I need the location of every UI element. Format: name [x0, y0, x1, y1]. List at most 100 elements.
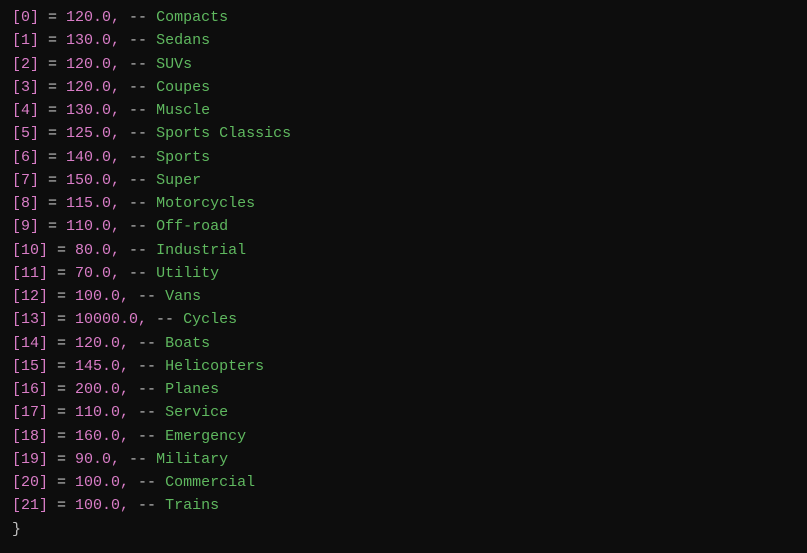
equals-sign: = — [39, 53, 66, 76]
index-label: [13] — [12, 308, 48, 331]
comment-label: Motorcycles — [156, 192, 255, 215]
table-row: [21] = 100.0, -- Trains — [12, 494, 795, 517]
table-row: [8] = 115.0, -- Motorcycles — [12, 192, 795, 215]
comment-label: Utility — [156, 262, 219, 285]
numeric-value: 80.0, — [75, 239, 120, 262]
equals-sign: = — [48, 308, 75, 331]
table-row: [16] = 200.0, -- Planes — [12, 378, 795, 401]
numeric-value: 140.0, — [66, 146, 120, 169]
equals-sign: = — [48, 262, 75, 285]
comment-label: Industrial — [156, 239, 246, 262]
equals-sign: = — [39, 146, 66, 169]
equals-sign: = — [39, 192, 66, 215]
equals-sign: = — [48, 378, 75, 401]
equals-sign: = — [48, 494, 75, 517]
table-row: [2] = 120.0, -- SUVs — [12, 53, 795, 76]
numeric-value: 130.0, — [66, 99, 120, 122]
numeric-value: 100.0, — [75, 494, 129, 517]
table-row: [13] = 10000.0, -- Cycles — [12, 308, 795, 331]
dash-separator: -- — [129, 285, 165, 308]
numeric-value: 110.0, — [75, 401, 129, 424]
table-row: [9] = 110.0, -- Off-road — [12, 215, 795, 238]
index-label: [4] — [12, 99, 39, 122]
comment-label: Sports — [156, 146, 210, 169]
numeric-value: 160.0, — [75, 425, 129, 448]
numeric-value: 120.0, — [66, 6, 120, 29]
index-label: [17] — [12, 401, 48, 424]
numeric-value: 70.0, — [75, 262, 120, 285]
dash-separator: -- — [120, 239, 156, 262]
dash-separator: -- — [129, 471, 165, 494]
equals-sign: = — [39, 76, 66, 99]
comment-label: Trains — [165, 494, 219, 517]
numeric-value: 115.0, — [66, 192, 120, 215]
index-label: [14] — [12, 332, 48, 355]
dash-separator: -- — [120, 53, 156, 76]
index-label: [18] — [12, 425, 48, 448]
closing-brace: } — [12, 518, 21, 541]
index-label: [3] — [12, 76, 39, 99]
numeric-value: 10000.0, — [75, 308, 147, 331]
comment-label: Planes — [165, 378, 219, 401]
table-row: [4] = 130.0, -- Muscle — [12, 99, 795, 122]
equals-sign: = — [48, 239, 75, 262]
index-label: [6] — [12, 146, 39, 169]
comment-label: Sports Classics — [156, 122, 291, 145]
comment-label: Off-road — [156, 215, 228, 238]
comment-label: Vans — [165, 285, 201, 308]
index-label: [16] — [12, 378, 48, 401]
index-label: [11] — [12, 262, 48, 285]
dash-separator: -- — [120, 192, 156, 215]
table-row: [7] = 150.0, -- Super — [12, 169, 795, 192]
equals-sign: = — [39, 6, 66, 29]
dash-separator: -- — [129, 425, 165, 448]
dash-separator: -- — [129, 401, 165, 424]
index-label: [8] — [12, 192, 39, 215]
dash-separator: -- — [120, 146, 156, 169]
comment-label: Cycles — [183, 308, 237, 331]
numeric-value: 100.0, — [75, 471, 129, 494]
equals-sign: = — [39, 99, 66, 122]
dash-separator: -- — [129, 494, 165, 517]
index-label: [9] — [12, 215, 39, 238]
dash-separator: -- — [129, 355, 165, 378]
comment-label: Sedans — [156, 29, 210, 52]
dash-separator: -- — [120, 215, 156, 238]
comment-label: Helicopters — [165, 355, 264, 378]
dash-separator: -- — [129, 332, 165, 355]
numeric-value: 120.0, — [66, 76, 120, 99]
numeric-value: 90.0, — [75, 448, 120, 471]
equals-sign: = — [48, 448, 75, 471]
code-block: [0] = 120.0, -- Compacts[1] = 130.0, -- … — [12, 6, 795, 541]
table-row: [15] = 145.0, -- Helicopters — [12, 355, 795, 378]
dash-separator: -- — [120, 262, 156, 285]
numeric-value: 110.0, — [66, 215, 120, 238]
table-row: [19] = 90.0, -- Military — [12, 448, 795, 471]
table-row: [3] = 120.0, -- Coupes — [12, 76, 795, 99]
numeric-value: 200.0, — [75, 378, 129, 401]
index-label: [10] — [12, 239, 48, 262]
dash-separator: -- — [147, 308, 183, 331]
table-row: [20] = 100.0, -- Commercial — [12, 471, 795, 494]
dash-separator: -- — [120, 169, 156, 192]
index-label: [15] — [12, 355, 48, 378]
numeric-value: 120.0, — [66, 53, 120, 76]
comment-label: Service — [165, 401, 228, 424]
equals-sign: = — [48, 332, 75, 355]
equals-sign: = — [39, 29, 66, 52]
equals-sign: = — [48, 425, 75, 448]
table-row: [11] = 70.0, -- Utility — [12, 262, 795, 285]
index-label: [5] — [12, 122, 39, 145]
equals-sign: = — [48, 401, 75, 424]
table-row: [14] = 120.0, -- Boats — [12, 332, 795, 355]
index-label: [12] — [12, 285, 48, 308]
comment-label: Compacts — [156, 6, 228, 29]
index-label: [7] — [12, 169, 39, 192]
dash-separator: -- — [129, 378, 165, 401]
index-label: [1] — [12, 29, 39, 52]
equals-sign: = — [48, 355, 75, 378]
table-row: [12] = 100.0, -- Vans — [12, 285, 795, 308]
numeric-value: 145.0, — [75, 355, 129, 378]
index-label: [19] — [12, 448, 48, 471]
numeric-value: 130.0, — [66, 29, 120, 52]
